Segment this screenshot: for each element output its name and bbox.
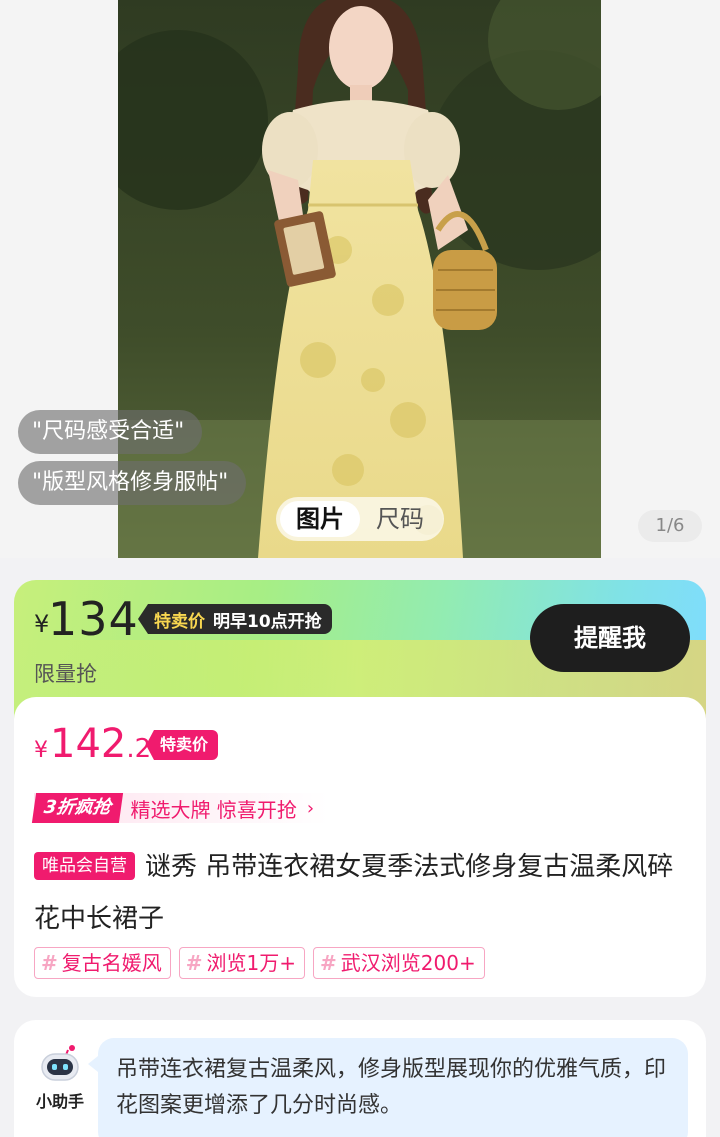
hash-icon: # [185, 951, 203, 975]
tag-label: 浏览1万+ [206, 951, 297, 975]
deal-tag-key: 特卖价 [154, 611, 205, 632]
flash-sale-banner: ¥ 134 特卖价 明早10点开抢 限量抢 提醒我 [14, 580, 706, 720]
assistant-message: 吊带连衣裙复古温柔风，修身版型展现你的优雅气质，印花图案更增添了几分时尚感。 [88, 1038, 688, 1137]
assistant-card: 小助手 吊带连衣裙复古温柔风，修身版型展现你的优雅气质，印花图案更增添了几分时尚… [14, 1020, 706, 1137]
deal-tag-time: 明早10点开抢 [213, 611, 322, 632]
currency-symbol: ¥ [34, 610, 50, 638]
chevron-right-icon: › [306, 797, 315, 819]
review-bubble: "版型风格修身服帖" [18, 461, 247, 505]
promo-text: 精选大牌 惊喜开抢 [130, 797, 297, 822]
price-integer: 142 [50, 721, 127, 767]
tag-label: 复古名媛风 [61, 951, 162, 975]
assistant-name: 小助手 [35, 1092, 84, 1111]
product-gallery[interactable]: "尺码感受合适" "版型风格修身服帖" 图片 尺码 1/6 [0, 0, 720, 558]
special-price-tag: 特卖价 [146, 730, 219, 760]
hash-icon: # [41, 951, 58, 975]
product-tag[interactable]: # 武汉浏览200+ [313, 947, 485, 979]
current-price: ¥ 142 .2 [34, 721, 151, 767]
remind-me-button[interactable]: 提醒我 [530, 604, 690, 672]
product-title-block: 唯品会自营 谜秀 吊带连衣裙女夏季法式修身复古温柔风碎花中长裙子 [34, 841, 674, 945]
promo-badge: 3折疯抢 [31, 793, 123, 823]
tab-images[interactable]: 图片 [280, 501, 360, 537]
review-bubble: "尺码感受合适" [18, 410, 203, 454]
product-tags: # 复古名媛风 # 浏览1万+ # 武汉浏览200+ [34, 947, 485, 979]
product-tag[interactable]: # 复古名媛风 [34, 947, 171, 979]
tab-size[interactable]: 尺码 [360, 501, 440, 537]
image-pager: 1/6 [638, 510, 702, 542]
flash-price: 134 [48, 592, 139, 646]
special-price-label: 特卖价 [154, 730, 219, 760]
hash-icon: # [320, 951, 337, 975]
limited-label: 限量抢 [34, 662, 97, 686]
assistant-avatar[interactable]: 小助手 [34, 1044, 86, 1112]
tag-label: 武汉浏览200+ [340, 951, 476, 975]
robot-icon [38, 1044, 82, 1082]
product-tag[interactable]: # 浏览1万+ [178, 947, 306, 979]
promo-banner[interactable]: 3折疯抢 精选大牌 惊喜开抢 › [31, 793, 329, 823]
flash-deal-tag: 特卖价 明早10点开抢 [138, 604, 332, 634]
gallery-tab-switch[interactable]: 图片 尺码 [276, 497, 444, 541]
currency-symbol: ¥ [34, 738, 48, 763]
self-operated-badge: 唯品会自营 [34, 852, 135, 880]
product-info-card: ¥ 142 .2 特卖价 3折疯抢 精选大牌 惊喜开抢 › 唯品会自营 谜秀 吊带… [14, 697, 706, 997]
